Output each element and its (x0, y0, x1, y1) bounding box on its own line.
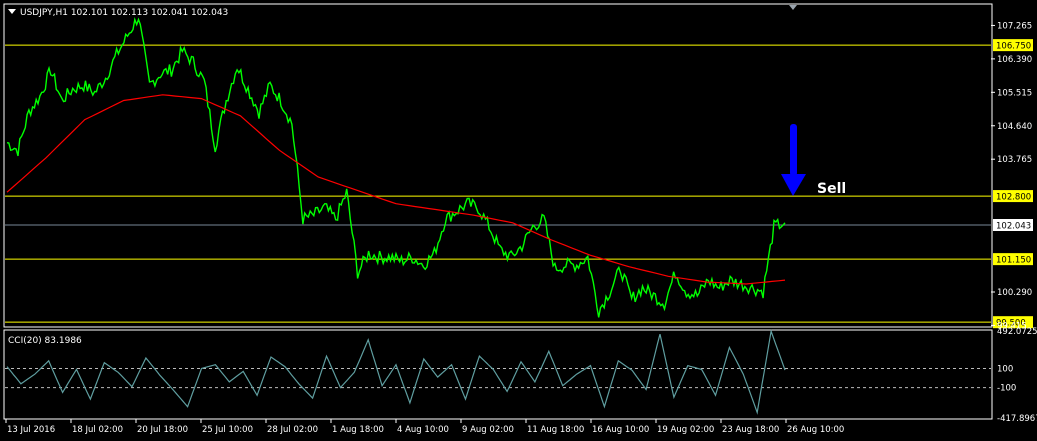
price-tick-label: 104.640 (997, 122, 1032, 132)
cci-title: CCI(20) 83.1986 (8, 336, 82, 346)
time-tick-label: 4 Aug 10:00 (397, 425, 449, 435)
level-price-label: 101.150 (996, 256, 1031, 266)
time-tick-label: 23 Aug 18:00 (722, 425, 779, 435)
price-tick-label: 103.765 (997, 155, 1032, 165)
price-tick-label: 100.290 (997, 288, 1032, 298)
sell-label: Sell (817, 181, 846, 197)
time-tick-label: 28 Jul 02:00 (267, 425, 318, 435)
chart-window: USDJPY,H1 102.101 102.113 102.041 102.04… (3, 3, 1037, 435)
chart-title: USDJPY,H1 102.101 102.113 102.041 102.04… (20, 8, 228, 18)
cci-panel (3, 329, 993, 420)
time-tick-label: 1 Aug 18:00 (332, 425, 384, 435)
time-tick-label: 19 Aug 02:00 (657, 425, 714, 435)
price-panel (3, 3, 993, 328)
time-tick-label: 16 Aug 10:00 (592, 425, 649, 435)
level-price-label: 106.750 (996, 42, 1031, 52)
cci-tick-label: 100 (997, 364, 1013, 374)
time-tick-label: 20 Jul 18:00 (137, 425, 188, 435)
price-tick-label: 105.515 (997, 88, 1032, 98)
level-price-label: 102.800 (996, 193, 1031, 203)
time-tick-label: 26 Aug 10:00 (787, 425, 844, 435)
time-tick-label: 18 Jul 02:00 (72, 425, 123, 435)
bid-price-label: 102.043 (996, 221, 1031, 231)
time-tick-label: 11 Aug 18:00 (527, 425, 584, 435)
price-tick-label: 106.390 (997, 55, 1032, 65)
time-tick-label: 9 Aug 02:00 (462, 425, 514, 435)
cci-tick-label: 492.0725 (997, 327, 1037, 337)
cci-tick-label: -100 (997, 384, 1016, 394)
time-tick-label: 13 Jul 2016 (7, 425, 55, 435)
time-tick-label: 25 Jul 10:00 (202, 425, 253, 435)
cci-tick-label: -417.8967 (997, 414, 1037, 424)
price-tick-label: 107.265 (997, 21, 1032, 31)
